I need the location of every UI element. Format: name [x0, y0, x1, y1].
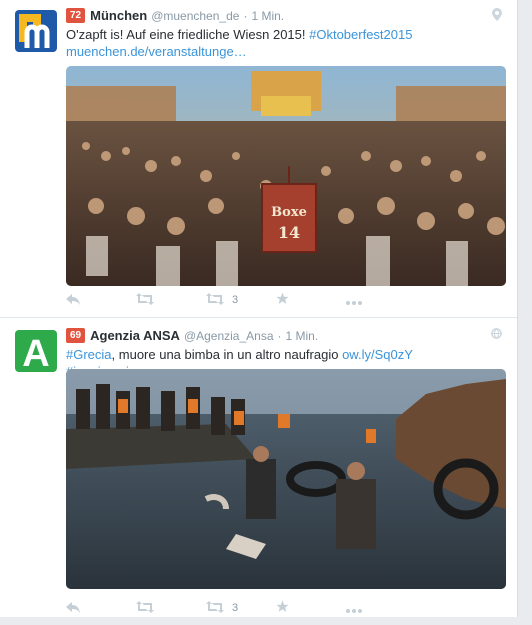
- hashtag-link[interactable]: #Grecia: [66, 347, 112, 362]
- timeline-feed: 72 München @muenchen_de · 1 Min. O'zapft…: [0, 0, 518, 625]
- reply-icon: [66, 601, 80, 616]
- retweet-icon: [206, 292, 224, 308]
- score-badge: 72: [66, 8, 86, 23]
- globe-icon: [491, 328, 502, 342]
- tweet-photo-migrants[interactable]: [66, 369, 506, 589]
- hashtag-link[interactable]: #Oktoberfest2015: [309, 27, 412, 42]
- retweet-button[interactable]: [136, 600, 206, 616]
- star-icon: [276, 292, 289, 308]
- reply-icon: [66, 293, 80, 308]
- svg-text:14: 14: [278, 223, 300, 242]
- location-pin-icon: [492, 8, 502, 24]
- avatar-ansa[interactable]: A: [15, 330, 57, 372]
- timestamp[interactable]: 1 Min.: [286, 329, 319, 343]
- author-name[interactable]: Agenzia ANSA: [90, 328, 180, 343]
- author-name[interactable]: München: [90, 8, 147, 23]
- tweet-muenchen[interactable]: 72 München @muenchen_de · 1 Min. O'zapft…: [0, 0, 517, 318]
- more-button[interactable]: [346, 293, 416, 308]
- bottom-strip: [0, 617, 532, 625]
- timestamp[interactable]: 1 Min.: [251, 9, 284, 23]
- author-handle[interactable]: @muenchen_de: [151, 9, 239, 23]
- svg-text:Boxe: Boxe: [271, 205, 307, 220]
- retweet-icon: [136, 600, 154, 616]
- retweet-button[interactable]: [136, 292, 206, 308]
- tweet-photo-oktoberfest[interactable]: Boxe 14: [66, 66, 506, 286]
- separator-dot: ·: [243, 8, 248, 23]
- retweet-icon: [206, 600, 224, 616]
- ansa-logo-letter: A: [22, 333, 49, 372]
- reply-button[interactable]: [66, 293, 136, 308]
- reply-button[interactable]: [66, 601, 136, 616]
- separator-dot: ·: [277, 328, 282, 343]
- tweet-actions: 3: [66, 292, 416, 308]
- tweet-header: 69 Agenzia ANSA @Agenzia_Ansa · 1 Min.: [66, 328, 318, 343]
- favorite-button[interactable]: [276, 600, 346, 616]
- more-button[interactable]: [346, 601, 416, 616]
- score-badge: 69: [66, 328, 86, 343]
- more-dots-icon: [346, 293, 362, 308]
- retweet-count: 3: [232, 294, 239, 306]
- more-dots-icon: [346, 601, 362, 616]
- url-link[interactable]: muenchen.de/veranstaltunge…: [66, 44, 247, 59]
- url-link[interactable]: ow.ly/Sq0zY: [342, 347, 413, 362]
- retweet-icon: [136, 292, 154, 308]
- retweet-count: 3: [232, 602, 239, 614]
- tweet-text: O'zapft is! Auf eine friedliche Wiesn 20…: [66, 26, 477, 60]
- quote-retweet-button[interactable]: 3: [206, 600, 276, 616]
- tweet-header: 72 München @muenchen_de · 1 Min.: [66, 8, 284, 23]
- favorite-button[interactable]: [276, 292, 346, 308]
- star-icon: [276, 600, 289, 616]
- quote-retweet-button[interactable]: 3: [206, 292, 276, 308]
- tweet-text-plain: , muore una bimba in un altro naufragio: [111, 347, 343, 362]
- tweet-actions: 3: [66, 600, 416, 616]
- author-handle[interactable]: @Agenzia_Ansa: [184, 329, 274, 343]
- avatar-muenchen[interactable]: [15, 10, 57, 52]
- tweet-ansa[interactable]: A 69 Agenzia ANSA @Agenzia_Ansa · 1 Min.…: [0, 318, 517, 620]
- tweet-text-plain: O'zapft is! Auf eine friedliche Wiesn 20…: [66, 27, 310, 42]
